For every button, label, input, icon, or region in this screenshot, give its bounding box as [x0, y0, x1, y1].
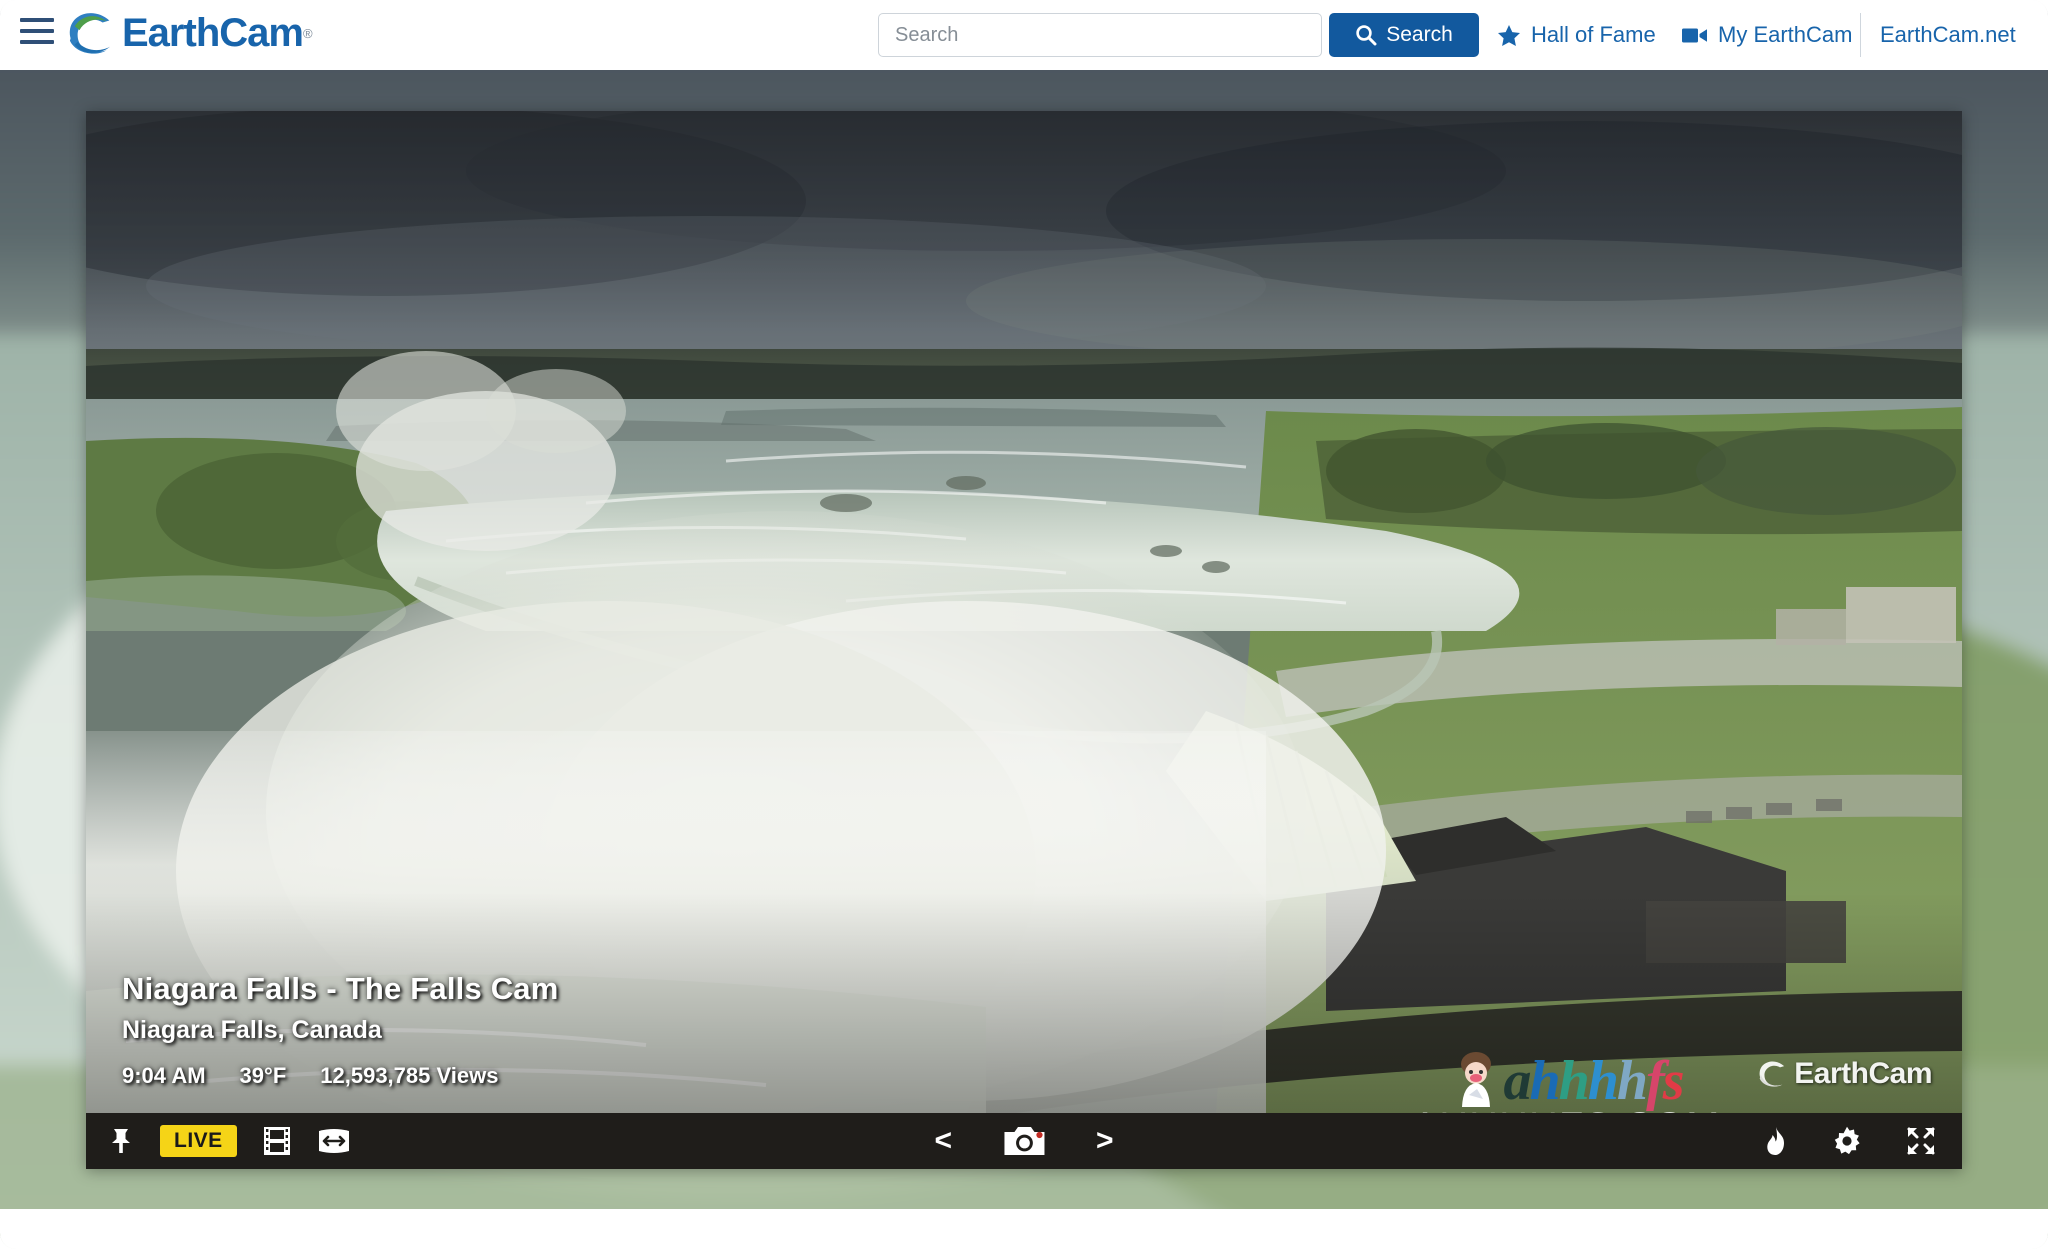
camera-location: Niagara Falls, Canada — [122, 1016, 382, 1044]
nav-my-earthcam[interactable]: My EarthCam — [1682, 14, 1852, 56]
flame-icon — [1767, 1127, 1784, 1155]
brand-trademark: ® — [302, 26, 313, 41]
brand-wordmark: EarthCam — [122, 11, 304, 55]
search-button-label: Search — [1386, 23, 1453, 46]
temperature: 39°F — [239, 1063, 287, 1088]
live-badge[interactable]: LIVE — [160, 1125, 237, 1157]
panorama-button[interactable] — [317, 1127, 351, 1155]
video-caption: Niagara Falls - The Falls Cam Niagara Fa… — [122, 971, 559, 1089]
search-button[interactable]: Search — [1329, 13, 1479, 57]
hamburger-menu-icon[interactable] — [20, 18, 58, 50]
nav-label: EarthCam.net — [1880, 22, 2016, 47]
controls-center-group: < > — [934, 1124, 1113, 1158]
earthcam-video-watermark: EarthCam — [1757, 1057, 1932, 1091]
nav-hall-of-fame[interactable]: Hall of Fame — [1497, 14, 1656, 56]
page-footer — [0, 1209, 2048, 1249]
hamburger-bar — [20, 40, 54, 44]
earthcam-watermark-text: EarthCam — [1794, 1057, 1932, 1090]
hamburger-bar — [20, 29, 54, 33]
next-camera-button[interactable]: > — [1096, 1126, 1114, 1156]
view-count: 12,593,785 Views — [320, 1063, 499, 1088]
controls-right-group — [1764, 1126, 1936, 1156]
film-strip-icon — [263, 1127, 290, 1155]
search-icon — [1356, 25, 1377, 46]
nav-label: My EarthCam — [1718, 22, 1853, 47]
previous-camera-button[interactable]: < — [934, 1126, 952, 1156]
search-field-wrapper — [878, 13, 1322, 57]
panorama-icon — [318, 1129, 349, 1153]
player-control-bar: LIVE < > — [86, 1113, 1962, 1169]
search-input[interactable] — [878, 13, 1322, 57]
gear-icon — [1834, 1126, 1860, 1155]
settings-button[interactable] — [1832, 1126, 1862, 1156]
fullscreen-button[interactable] — [1906, 1126, 1936, 1156]
fullscreen-icon — [1907, 1127, 1935, 1155]
camera-meta: 9:04 AM 39°F 12,593,785 Views — [122, 1063, 559, 1089]
hot-cams-button[interactable] — [1764, 1126, 1788, 1156]
camera-icon — [1004, 1127, 1044, 1155]
controls-left-group: LIVE — [108, 1125, 351, 1157]
timelapse-button[interactable] — [263, 1126, 291, 1156]
camera-title: Niagara Falls - The Falls Cam — [122, 971, 559, 1006]
earthcam-swoosh-icon — [1759, 1061, 1785, 1087]
page-root: EarthCam ® Search Hall of Fame My Eart — [0, 0, 2048, 1249]
snapshot-button[interactable] — [1002, 1124, 1046, 1158]
webcam-player: Niagara Falls - The Falls Cam Niagara Fa… — [86, 111, 1962, 1169]
star-icon — [1498, 24, 1520, 46]
niagara-falls-scene — [86, 111, 1962, 1113]
pin-button[interactable] — [108, 1127, 134, 1155]
hamburger-bar — [20, 18, 54, 22]
video-frame[interactable]: Niagara Falls - The Falls Cam Niagara Fa… — [86, 111, 1962, 1113]
video-camera-icon — [1682, 28, 1707, 42]
nav-earthcam-net[interactable]: EarthCam.net — [1880, 14, 2016, 56]
pin-icon — [112, 1129, 130, 1153]
earthcam-logo[interactable]: EarthCam ® — [66, 6, 313, 61]
site-header: EarthCam ® Search Hall of Fame My Eart — [0, 0, 2048, 70]
nav-divider — [1860, 13, 1861, 57]
earthcam-swoosh-icon — [69, 12, 111, 54]
current-time: 9:04 AM — [122, 1063, 206, 1088]
nav-label: Hall of Fame — [1531, 22, 1656, 47]
